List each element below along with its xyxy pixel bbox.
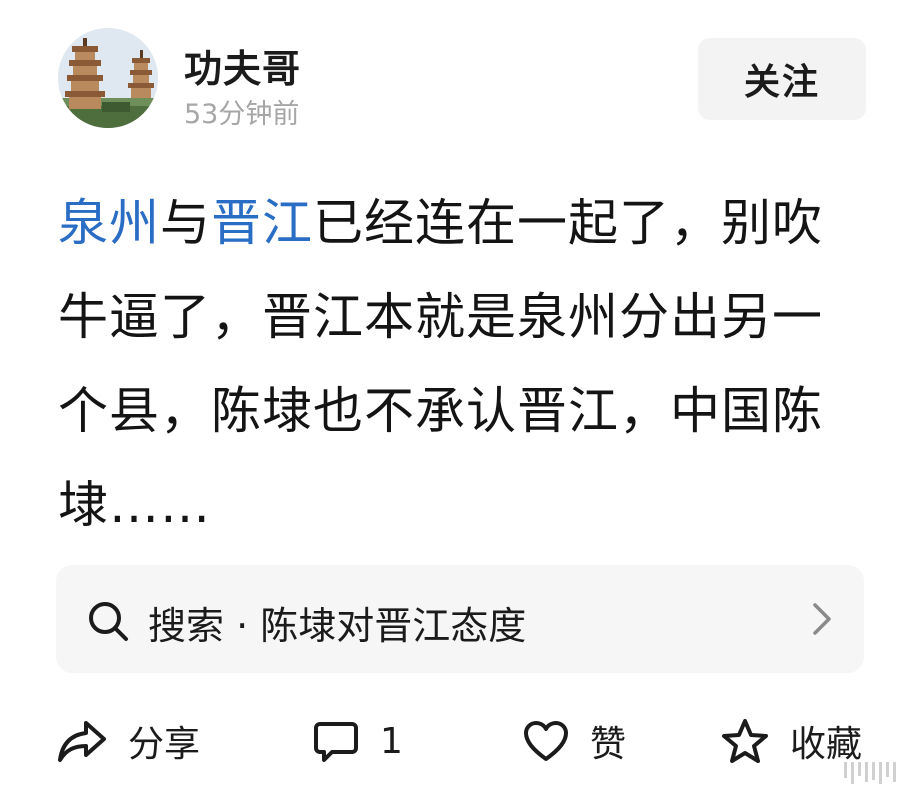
action-bar: 分享 1 赞 收藏	[56, 706, 876, 776]
watermark	[844, 762, 896, 784]
post-timestamp: 53分钟前	[184, 99, 300, 130]
share-button[interactable]: 分享	[56, 706, 200, 776]
username[interactable]: 功夫哥	[184, 38, 301, 93]
like-button[interactable]: 赞	[522, 706, 626, 776]
comment-button[interactable]: 1	[312, 706, 403, 776]
search-icon	[89, 602, 128, 641]
avatar[interactable]	[58, 28, 158, 128]
post-header: 功夫哥 53分钟前 关注	[58, 28, 866, 130]
post-text-segment: 与	[160, 194, 211, 252]
post-link-quanzhou[interactable]: 泉州	[58, 194, 160, 252]
follow-button[interactable]: 关注	[698, 38, 866, 120]
comment-count: 1	[380, 720, 403, 762]
like-label: 赞	[590, 724, 627, 765]
heart-icon	[524, 721, 568, 761]
share-label: 分享	[128, 724, 201, 765]
comment-icon	[314, 722, 358, 762]
post-link-jinjiang[interactable]: 晋江	[211, 194, 313, 252]
star-icon	[722, 719, 768, 763]
chevron-right-icon	[813, 603, 831, 635]
search-suggestion-label: 搜索 · 陈埭对晋江态度	[148, 604, 527, 648]
collect-button[interactable]: 收藏	[720, 706, 862, 776]
pagoda-avatar-image	[58, 28, 158, 128]
share-icon	[58, 721, 106, 762]
collect-label: 收藏	[790, 724, 863, 765]
post-body: 泉州与晋江已经连在一起了，别吹牛逼了，晋江本就是泉州分出另一个县，陈埭也不承认晋…	[58, 176, 848, 552]
related-search-bar[interactable]: 搜索 · 陈埭对晋江态度	[56, 565, 864, 673]
